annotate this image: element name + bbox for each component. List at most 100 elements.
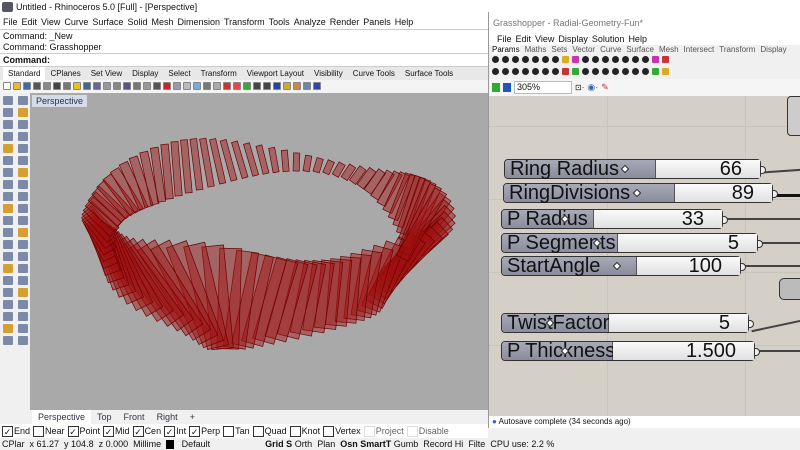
gh-canvas[interactable]: Ring Radius 66 RingDivisions 89 P Radius 33 P …: [489, 96, 800, 416]
tool-icon[interactable]: [18, 264, 28, 273]
tool-icon[interactable]: [18, 288, 28, 297]
osnap-near[interactable]: Near: [33, 425, 65, 437]
slider-value[interactable]: 5: [545, 313, 748, 333]
toolbar-icon[interactable]: [93, 82, 101, 90]
tool-icon[interactable]: [3, 96, 13, 105]
tool-icon[interactable]: [3, 240, 13, 249]
gh-component[interactable]: [779, 278, 800, 300]
status-osnap[interactable]: Osn: [340, 439, 358, 449]
gh-component-icon[interactable]: [542, 56, 549, 63]
gh-tab-curve[interactable]: Curve: [600, 45, 621, 54]
slider-value[interactable]: 66: [620, 159, 760, 179]
tool-icon[interactable]: [3, 192, 13, 201]
gh-component-icon[interactable]: [552, 56, 559, 63]
tool-icon[interactable]: [3, 132, 13, 141]
tool-icon[interactable]: [18, 156, 28, 165]
gh-component-icon[interactable]: [532, 56, 539, 63]
menu-help[interactable]: Help: [395, 17, 414, 27]
gh-component-icon[interactable]: [662, 56, 669, 63]
gh-component-icon[interactable]: [492, 68, 499, 75]
checkbox[interactable]: [406, 425, 418, 437]
tab-select[interactable]: Select: [163, 67, 195, 80]
osnap-mid[interactable]: ✓ Mid: [103, 425, 130, 437]
toolbar-icon[interactable]: [253, 82, 261, 90]
gh-component-icon[interactable]: [612, 56, 619, 63]
gh-tab-params[interactable]: Params: [492, 45, 520, 54]
tool-icon[interactable]: [18, 300, 28, 309]
tool-icon[interactable]: [3, 300, 13, 309]
gh-component-icon[interactable]: [562, 56, 569, 63]
checkbox[interactable]: [363, 425, 375, 437]
output-grip[interactable]: [754, 348, 760, 356]
gh-component-icon[interactable]: [612, 68, 619, 75]
tool-icon[interactable]: [3, 252, 13, 261]
tool-icon[interactable]: [18, 180, 28, 189]
checkbox[interactable]: ✓: [189, 425, 201, 437]
gh-component-icon[interactable]: [582, 68, 589, 75]
tool-icon[interactable]: [18, 192, 28, 201]
toolbar-icon[interactable]: [13, 82, 21, 90]
output-grip[interactable]: [722, 216, 728, 224]
tool-icon[interactable]: [18, 216, 28, 225]
zoom-select[interactable]: 305%: [514, 81, 572, 94]
gh-component-icon[interactable]: [522, 68, 529, 75]
osnap-point[interactable]: ✓ Point: [67, 425, 100, 437]
menu-render[interactable]: Render: [330, 17, 360, 27]
toolbar-icon[interactable]: [163, 82, 171, 90]
output-grip[interactable]: [757, 240, 763, 248]
gh-component-icon[interactable]: [512, 68, 519, 75]
gh-component-icon[interactable]: [562, 68, 569, 75]
bake-icon[interactable]: ✎: [601, 82, 609, 93]
zoom-extents-icon[interactable]: ⊡·: [575, 83, 584, 92]
slider-value[interactable]: 5: [592, 233, 757, 253]
gh-tab-intersect[interactable]: Intersect: [684, 45, 715, 54]
toolbar-icon[interactable]: [243, 82, 251, 90]
toolbar-icon[interactable]: [23, 82, 31, 90]
toolbar-icon[interactable]: [213, 82, 221, 90]
number-slider[interactable]: TwistFactor 5: [501, 313, 754, 333]
gh-menu-edit[interactable]: Edit: [516, 34, 532, 44]
toolbar-icon[interactable]: [103, 82, 111, 90]
osnap-perp[interactable]: ✓ Perp: [189, 425, 220, 437]
toolbar-icon[interactable]: [173, 82, 181, 90]
tool-icon[interactable]: [18, 168, 28, 177]
toolbar-icon[interactable]: [303, 82, 311, 90]
tool-icon[interactable]: [3, 120, 13, 129]
output-grip[interactable]: [740, 263, 746, 271]
toolbar-icon[interactable]: [183, 82, 191, 90]
toolbar-icon[interactable]: [283, 82, 291, 90]
gh-component-icon[interactable]: [502, 56, 509, 63]
osnap-vertex[interactable]: Vertex: [323, 425, 361, 437]
osnap-disable[interactable]: Disable: [406, 425, 449, 437]
number-slider[interactable]: Ring Radius 66: [504, 159, 766, 179]
tool-icon[interactable]: [3, 336, 13, 345]
tool-icon[interactable]: [3, 180, 13, 189]
status-record-history[interactable]: Record Hi: [423, 439, 463, 449]
gh-menu-file[interactable]: File: [497, 34, 512, 44]
toolbar-icon[interactable]: [3, 82, 11, 90]
command-prompt[interactable]: Command:: [0, 53, 488, 67]
output-grip[interactable]: [748, 320, 754, 328]
tool-icon[interactable]: [18, 144, 28, 153]
tool-icon[interactable]: [3, 324, 13, 333]
gh-component-icon[interactable]: [552, 68, 559, 75]
toolbar-icon[interactable]: [263, 82, 271, 90]
checkbox[interactable]: ✓: [2, 425, 13, 437]
slider-value[interactable]: 100: [612, 256, 740, 276]
menu-edit[interactable]: Edit: [22, 17, 38, 27]
tool-icon[interactable]: [18, 132, 28, 141]
tab-curve-tools[interactable]: Curve Tools: [348, 67, 400, 80]
tab-visibility[interactable]: Visibility: [309, 67, 348, 80]
gh-menu-display[interactable]: Display: [558, 34, 588, 44]
gh-component[interactable]: [787, 96, 800, 136]
tool-icon[interactable]: [3, 216, 13, 225]
tool-icon[interactable]: [18, 252, 28, 261]
gh-component-icon[interactable]: [602, 68, 609, 75]
toolbar-icon[interactable]: [223, 82, 231, 90]
toolbar-icon[interactable]: [133, 82, 141, 90]
menu-curve[interactable]: Curve: [64, 17, 88, 27]
checkbox[interactable]: ✓: [164, 425, 176, 437]
tool-icon[interactable]: [3, 144, 13, 153]
number-slider[interactable]: RingDivisions 89: [503, 183, 778, 203]
gh-component-icon[interactable]: [652, 56, 659, 63]
